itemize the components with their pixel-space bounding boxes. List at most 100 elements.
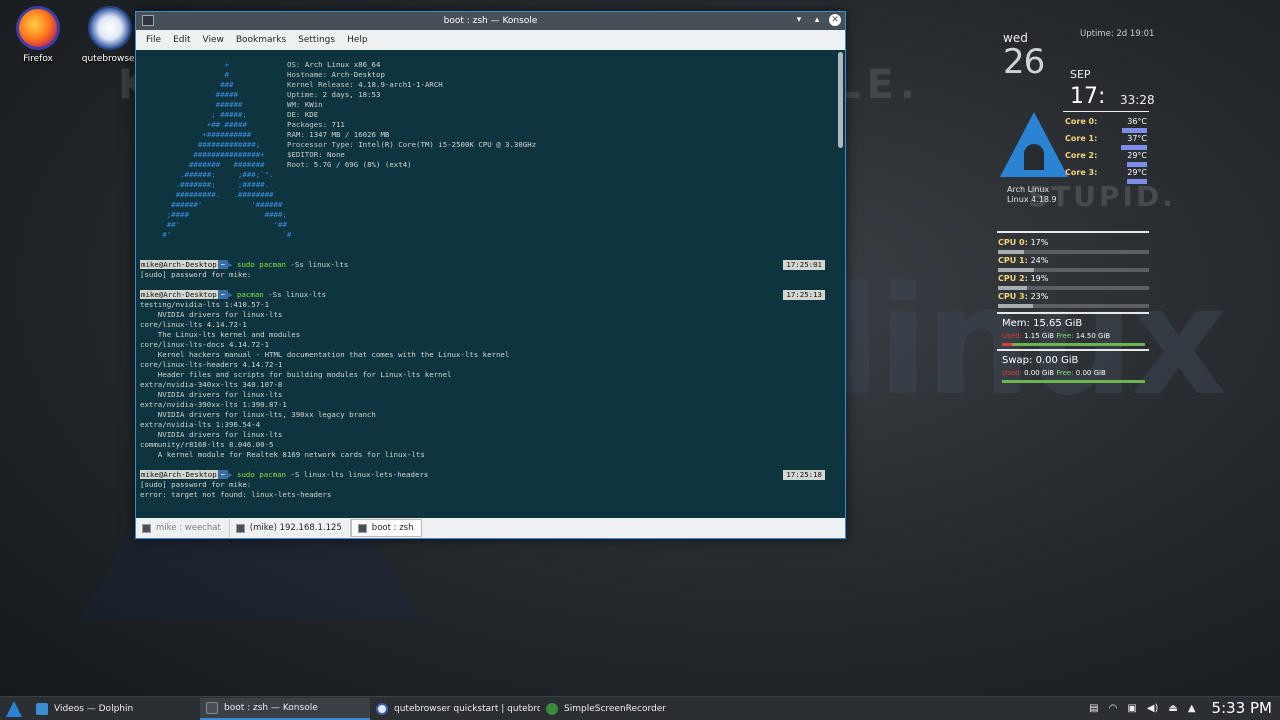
sysinfo-value: Arch-Desktop xyxy=(331,70,385,79)
terminal-icon xyxy=(235,523,245,533)
task-qutebrowser[interactable]: qutebrowser quickstart | qutebro... xyxy=(370,698,540,720)
output-line: community/r8168-lts 8.046.00-5 xyxy=(140,440,274,449)
sysinfo-value: KWin xyxy=(304,100,323,109)
sysinfo-label: Packages: xyxy=(287,120,332,129)
command-args: -S linux-lts linux-lets-headers xyxy=(290,470,429,479)
sysinfo-line: WM: KWin xyxy=(287,100,323,110)
mem-bar-used xyxy=(1002,343,1012,346)
swap-free-label: Free: xyxy=(1056,369,1074,377)
swap-used-label: Used: xyxy=(1002,369,1022,377)
task-konsole[interactable]: boot : zsh — Konsole xyxy=(200,697,370,720)
core-temp-bar xyxy=(1127,179,1147,184)
clock[interactable]: 5:33 PM xyxy=(1212,699,1272,717)
menu-settings[interactable]: Settings xyxy=(292,35,341,45)
konsole-icon xyxy=(206,701,218,714)
sysinfo-value: 4.18.9-arch1-1-ARCH xyxy=(358,80,443,89)
prompt-dir: ~ xyxy=(217,290,229,299)
task-label: qutebrowser quickstart | qutebro... xyxy=(394,703,540,714)
chevron-up-icon[interactable]: ▴ xyxy=(811,14,823,26)
ascii-art-line: ##### xyxy=(140,90,238,99)
output-line: testing/nvidia-lts 1:410.57-1 xyxy=(140,300,270,309)
volume-icon[interactable]: ◀) xyxy=(1147,703,1159,714)
terminal-area[interactable]: + # ### ##### ###### ; #####; +##.##### … xyxy=(136,50,845,518)
swap-total: 0.00 GiB xyxy=(1035,355,1079,366)
mem-used-label: Used: xyxy=(1002,332,1022,340)
ascii-art-line: ; #####; xyxy=(140,110,247,119)
cpu-bar-fill xyxy=(998,304,1033,308)
ascii-art-line: ### xyxy=(140,80,234,89)
sysinfo-value: 5.7G / 69G (8%) (ext4) xyxy=(313,160,412,169)
lock-icon[interactable]: ▣ xyxy=(1127,703,1136,714)
sysinfo-line: $EDITOR: None xyxy=(287,150,345,160)
firefox-icon xyxy=(16,6,60,50)
qutebrowser-icon xyxy=(88,6,132,50)
output-line: extra/nvidia-lts 1:396.54-4 xyxy=(140,420,261,429)
tab-ssh[interactable]: (mike) 192.168.1.125 xyxy=(230,519,351,537)
core-temp-row: Core 2: 29°C xyxy=(1065,151,1147,167)
cpu-usage-row: CPU 0: 17% xyxy=(998,238,1149,254)
ascii-art-line: # xyxy=(140,70,229,79)
conky-uptime: Uptime: 2d 19:01 xyxy=(1080,29,1155,39)
sysinfo-value: 2 days, 18:53 xyxy=(322,90,381,99)
tab-weechat[interactable]: mike : weechat xyxy=(136,519,230,537)
arch-logo-icon xyxy=(1000,112,1068,177)
konsole-window[interactable]: boot : zsh — Konsole ▾ ▴ ✕ File Edit Vie… xyxy=(135,11,846,539)
cpu-bar xyxy=(998,286,1149,290)
sysinfo-value: Arch Linux x86_64 xyxy=(304,60,381,69)
swap-bar xyxy=(1002,380,1145,383)
menu-bookmarks[interactable]: Bookmarks xyxy=(230,35,292,45)
tab-boot-zsh[interactable]: boot : zsh xyxy=(350,519,423,537)
swap-title: Swap: 0.00 GiB xyxy=(1002,355,1078,366)
window-titlebar[interactable]: boot : zsh — Konsole ▾ ▴ ✕ xyxy=(136,12,845,30)
command-prefix: sudo xyxy=(237,470,260,479)
sysinfo-line: Root: 5.7G / 69G (8%) (ext4) xyxy=(287,160,412,170)
cpu-value: 19% xyxy=(1030,274,1049,283)
menu-file[interactable]: File xyxy=(140,35,167,45)
cpu-label: CPU 2: xyxy=(998,274,1031,283)
sysinfo-value: KDE xyxy=(304,110,319,119)
output-line: Header files and scripts for building mo… xyxy=(140,370,452,379)
menu-view[interactable]: View xyxy=(197,35,230,45)
terminal-scrollbar[interactable] xyxy=(838,52,843,148)
conky-divider xyxy=(997,231,1149,233)
application-launcher[interactable] xyxy=(2,698,26,720)
conky-divider xyxy=(997,349,1149,351)
sysinfo-line: Packages: 711 xyxy=(287,120,345,130)
conky-time-hour: 17: xyxy=(1070,84,1106,109)
core-temp: 37°C xyxy=(1127,134,1147,143)
tab-label: (mike) 192.168.1.125 xyxy=(249,523,342,533)
mem-bar xyxy=(1002,343,1145,346)
output-line: NVIDIA drivers for linux-lts, 390xx lega… xyxy=(140,410,376,419)
task-dolphin[interactable]: Videos — Dolphin xyxy=(30,698,200,720)
tab-label: mike : weechat xyxy=(156,523,221,533)
command-args: -Ss linux-lts xyxy=(268,290,327,299)
task-simplescreenrecorder[interactable]: SimpleScreenRecorder xyxy=(540,698,710,720)
clipboard-icon[interactable]: ▤ xyxy=(1089,703,1098,714)
ascii-art-line: ###############+ xyxy=(140,150,265,159)
terminal-icon xyxy=(142,523,151,533)
cpu-bar-fill xyxy=(998,286,1027,290)
menu-help[interactable]: Help xyxy=(341,35,374,45)
swap-label: Swap: xyxy=(1002,355,1033,366)
desktop-icon-firefox[interactable]: Firefox xyxy=(8,6,68,64)
close-icon[interactable]: ✕ xyxy=(829,14,841,26)
sysinfo-label: DE: xyxy=(287,110,305,119)
core-temp-bar xyxy=(1122,128,1147,133)
ascii-art-line: #############; xyxy=(140,140,261,149)
cpu-label: CPU 0: xyxy=(998,238,1031,247)
network-icon[interactable]: ◠ xyxy=(1109,703,1118,714)
conky-day: 26 xyxy=(1003,42,1045,82)
prompt-timestamp: 17:25:01 xyxy=(783,260,825,270)
tray-expand-icon[interactable]: ▲ xyxy=(1188,703,1196,714)
swap-used: 0.00 GiB xyxy=(1024,369,1055,377)
eject-icon[interactable]: ⏏ xyxy=(1168,703,1177,714)
cpu-usage-row: CPU 2: 19% xyxy=(998,274,1149,290)
ascii-art-line: ##' '## xyxy=(140,220,287,229)
cpu-label: CPU 3: xyxy=(998,292,1031,301)
menu-edit[interactable]: Edit xyxy=(167,35,196,45)
chevron-down-icon[interactable]: ▾ xyxy=(793,14,805,26)
ascii-art-line: + xyxy=(140,60,229,69)
sysinfo-label: RAM: xyxy=(287,130,310,139)
desktop-icon-qutebrowser[interactable]: qutebrowser xyxy=(80,6,140,64)
kernel-version: Linux 4.18.9 xyxy=(1007,195,1057,204)
